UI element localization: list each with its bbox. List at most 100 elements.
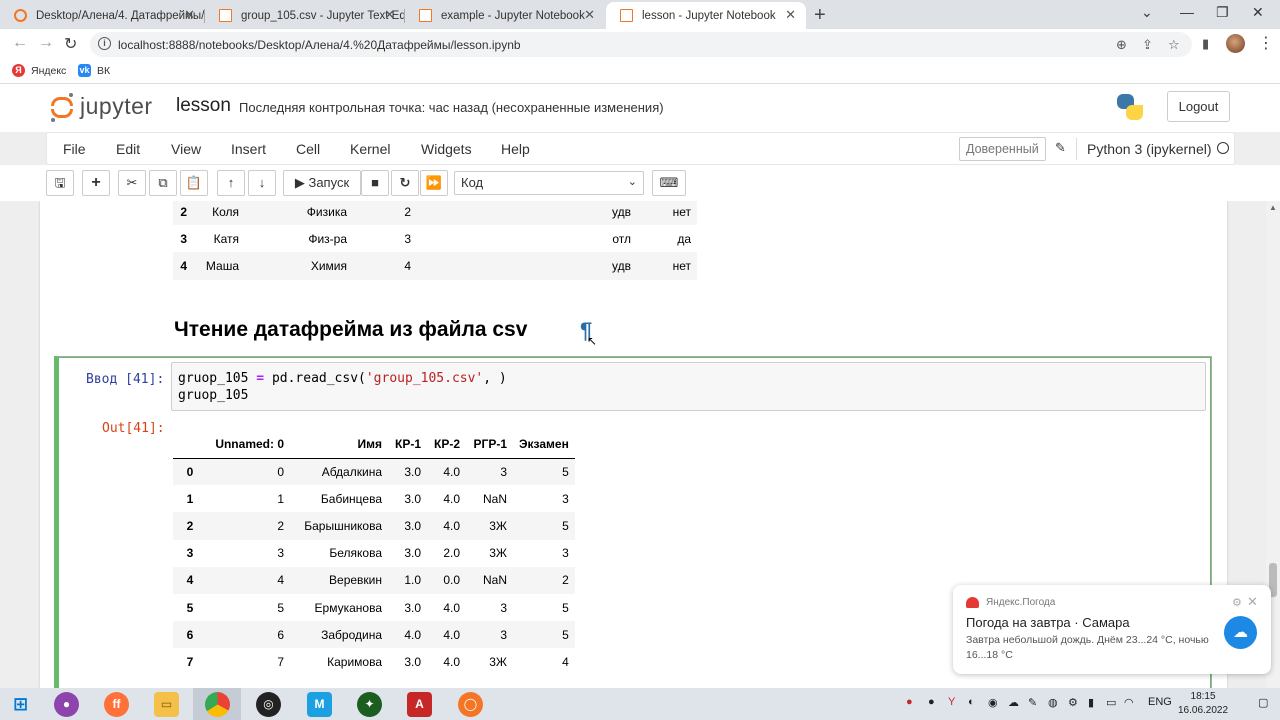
menu-insert[interactable]: Insert — [231, 141, 266, 157]
side-panel-icon[interactable]: ▮ — [1202, 36, 1209, 52]
cut-icon[interactable]: ✂ — [118, 170, 146, 196]
windows-start-icon[interactable]: ⊞ — [8, 692, 33, 717]
jupyter-taskbar-icon[interactable]: ◯ — [458, 692, 483, 717]
restart-icon[interactable]: ↻ — [391, 170, 419, 196]
rain-cloud-icon: ☁ — [1224, 616, 1257, 649]
menu-help[interactable]: Help — [501, 141, 530, 157]
gear-icon[interactable]: ⚙ — [1232, 596, 1242, 609]
clock[interactable]: 18:15 16.06.2022 — [1178, 690, 1228, 718]
obs-icon[interactable]: ◎ — [256, 692, 281, 717]
cloud-icon[interactable]: ☁ — [1008, 696, 1019, 709]
file-favicon-icon — [219, 9, 232, 22]
jupyter-wordmark[interactable]: jupyter — [80, 93, 153, 120]
avatar[interactable] — [1226, 34, 1245, 53]
pen-icon[interactable]: ✎ — [1028, 696, 1037, 709]
window-close-icon[interactable]: ✕ — [1252, 4, 1264, 21]
notebook-name[interactable]: lesson — [176, 95, 231, 117]
tray-app-icon[interactable]: ● — [928, 696, 935, 708]
command-palette-icon[interactable]: ⌨ — [652, 170, 686, 196]
maximize-icon[interactable]: ❐ — [1216, 4, 1229, 21]
chrome-icon[interactable] — [205, 692, 230, 717]
save-icon[interactable]: 🖫 — [46, 170, 74, 196]
tab-title: lesson - Jupyter Notebook — [642, 9, 776, 22]
microphone-icon[interactable]: ▮ — [1088, 696, 1094, 709]
acrobat-icon[interactable]: A — [407, 692, 432, 717]
jupyter-logo-icon[interactable] — [50, 92, 74, 122]
language-indicator[interactable]: ENG — [1148, 696, 1172, 708]
url-text[interactable]: localhost:8888/notebooks/Desktop/Алена/4… — [118, 38, 521, 52]
battery-icon[interactable]: ▭ — [1106, 696, 1116, 709]
run-button[interactable]: ▶ Запуск — [283, 170, 361, 196]
close-icon[interactable]: ✕ — [184, 7, 195, 23]
table-header-row: Unnamed: 0 Имя КР-1 КР-2 РГР-1 Экзамен — [173, 431, 575, 459]
trusted-badge[interactable]: Доверенный — [959, 137, 1046, 161]
scroll-up-icon[interactable]: ▲ — [1269, 203, 1277, 212]
cell-type-select[interactable]: Код ⌄ — [454, 171, 644, 195]
insert-cell-icon[interactable]: + — [82, 170, 110, 196]
bookmark-star-icon[interactable]: ☆ — [1168, 37, 1180, 53]
table-row: 3 3 Белякова 3.0 2.0 3Ж 3 — [186, 546, 569, 561]
bookmark-yandex[interactable]: Я Яндекс — [12, 64, 66, 77]
close-icon[interactable]: ✕ — [1247, 594, 1258, 610]
back-icon[interactable]: ← — [12, 34, 28, 52]
copy-icon[interactable]: ⧉ — [149, 170, 177, 196]
close-icon[interactable]: ✕ — [384, 7, 395, 23]
interrupt-icon[interactable]: ■ — [361, 170, 389, 196]
menu-widgets[interactable]: Widgets — [421, 141, 472, 157]
table-row: 4 Маша Химия 4 удв нет — [173, 252, 697, 280]
clock-date: 16.06.2022 — [1178, 705, 1229, 716]
browser-tab-lesson[interactable]: lesson - Jupyter Notebook ✕ — [606, 2, 806, 29]
file-explorer-icon[interactable]: ▭ — [154, 692, 179, 717]
menu-kernel[interactable]: Kernel — [350, 141, 390, 157]
close-icon[interactable]: ✕ — [584, 7, 595, 23]
share-icon[interactable]: ⇪ — [1142, 37, 1153, 53]
menu-file[interactable]: File — [63, 141, 86, 157]
weather-notification[interactable]: Яндекс.Погода ⚙ ✕ Погода на завтра · Сам… — [953, 585, 1271, 674]
table-row: 3 Катя Физ-ра 3 отл да — [180, 231, 691, 246]
new-tab-icon[interactable]: + — [814, 4, 826, 27]
firefox-icon[interactable]: ff — [104, 692, 129, 717]
code-text[interactable]: gruop_105 = pd.read_csv('group_105.csv',… — [178, 370, 507, 404]
site-info-icon[interactable]: i — [98, 37, 111, 50]
table-row: 4 4 Веревкин 1.0 0.0 NaN 2 — [173, 566, 575, 594]
move-up-icon[interactable]: ↑ — [217, 170, 245, 196]
app-icon[interactable]: ✦ — [357, 692, 382, 717]
menu-edit[interactable]: Edit — [116, 141, 140, 157]
vk-icon: vk — [78, 64, 91, 77]
tray-app-icon[interactable]: ● — [906, 696, 913, 708]
kernel-name[interactable]: Python 3 (ipykernel) — [1087, 141, 1212, 157]
move-down-icon[interactable]: ↓ — [248, 170, 276, 196]
wifi-icon[interactable]: ◠ — [1124, 696, 1134, 709]
reload-icon[interactable]: ↻ — [64, 34, 77, 54]
tray-app-icon[interactable]: ◉ — [988, 696, 998, 709]
tab-search-icon[interactable]: ⌄ — [1141, 4, 1153, 21]
zoom-icon[interactable]: ⊕ — [1116, 37, 1127, 53]
url-field[interactable]: i localhost:8888/notebooks/Desktop/Алена… — [90, 32, 1192, 57]
restart-run-all-icon[interactable]: ⏩ — [420, 170, 448, 196]
paste-icon[interactable]: 📋 — [180, 170, 208, 196]
edit-pencil-icon[interactable]: ✎ — [1055, 140, 1066, 156]
tray-app-icon[interactable]: ⚙ — [1068, 696, 1078, 709]
code-editor[interactable]: gruop_105 = pd.read_csv('group_105.csv',… — [171, 362, 1206, 411]
menu-view[interactable]: View — [171, 141, 201, 157]
tray-app-icon[interactable]: ◍ — [1048, 696, 1058, 709]
menu-cell[interactable]: Cell — [296, 141, 320, 157]
close-icon[interactable]: ✕ — [785, 7, 796, 23]
bookmark-vk[interactable]: vk ВК — [78, 64, 110, 77]
browser-tab-example[interactable]: example - Jupyter Notebook ✕ — [405, 2, 605, 29]
yandex-tray-icon[interactable]: Y — [948, 696, 955, 708]
logout-button[interactable]: Logout — [1167, 91, 1230, 122]
browser-tab-desktop[interactable]: Desktop/Алена/4. Датафреймы/ ✕ — [0, 2, 205, 29]
yandex-weather-icon — [966, 597, 979, 608]
app-icon[interactable]: ● — [54, 692, 79, 717]
forward-icon[interactable]: → — [38, 34, 54, 52]
app-m-icon[interactable]: M — [307, 692, 332, 717]
checkpoint-status: Последняя контрольная точка: час назад (… — [239, 100, 664, 115]
minimize-icon[interactable]: — — [1180, 4, 1194, 20]
notifications-icon[interactable]: ▢ — [1258, 696, 1268, 709]
tray-app-icon[interactable]: ◐ — [968, 696, 975, 708]
browser-tab-group-csv[interactable]: group_105.csv - Jupyter Text Edit ✕ — [205, 2, 405, 29]
input-prompt: Ввод [41]: — [86, 372, 165, 387]
browser-menu-icon[interactable]: ⋮ — [1258, 33, 1274, 53]
table-row: 6 6 Забродина 4.0 4.0 3 5 — [173, 621, 575, 649]
